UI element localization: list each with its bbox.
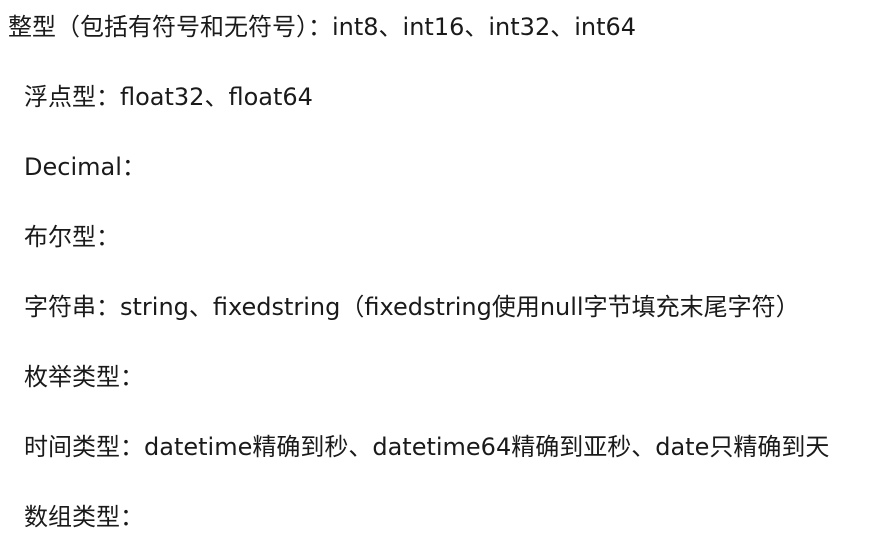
text-line-array-types: 数组类型： <box>24 503 144 531</box>
text-line-decimal: Decimal： <box>24 153 146 181</box>
text-line-boolean: 布尔型： <box>24 223 120 251</box>
text-line-integer-types: 整型（包括有符号和无符号）：int8、int16、int32、int64 <box>8 13 637 41</box>
text-line-float-types: 浮点型：float32、float64 <box>24 83 313 111</box>
text-line-enum-types: 枚举类型： <box>24 363 144 391</box>
text-line-string-types: 字符串：string、fixedstring（fixedstring使用null… <box>24 293 800 321</box>
text-line-time-types: 时间类型：datetime精确到秒、datetime64精确到亚秒、date只精… <box>24 433 830 461</box>
document-body: 整型（包括有符号和无符号）：int8、int16、int32、int64 浮点型… <box>0 0 890 536</box>
